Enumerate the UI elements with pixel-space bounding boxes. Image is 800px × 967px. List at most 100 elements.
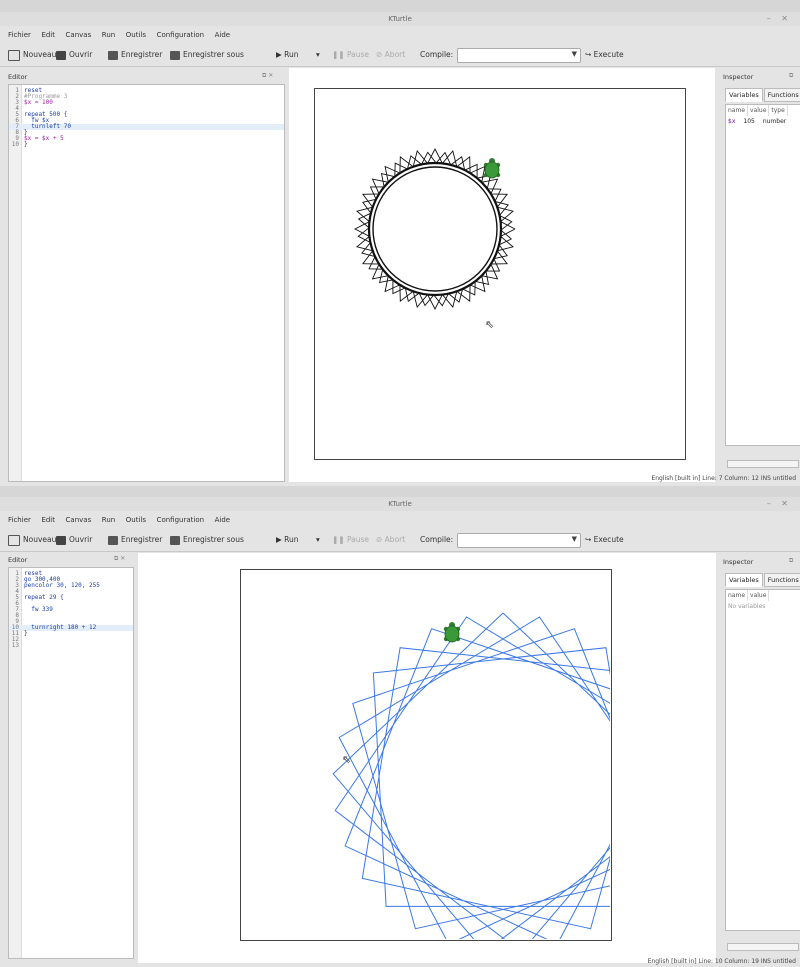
col-name[interactable]: name bbox=[726, 105, 749, 116]
var-type: number bbox=[762, 118, 787, 125]
menu-outils[interactable]: Outils bbox=[126, 513, 146, 527]
toolbar: Nouveau Ouvrir Enregistrer Enregistrer s… bbox=[0, 529, 800, 552]
editor-dock-buttons[interactable]: ⧉ ✕ bbox=[262, 72, 273, 80]
abort-button[interactable]: ⊘ Abort bbox=[376, 533, 405, 547]
mouse-cursor-icon: ⇖ bbox=[485, 318, 495, 331]
variables-table: name value type $x 105 number bbox=[725, 104, 800, 446]
line-number: 10 bbox=[11, 141, 19, 148]
new-button[interactable]: Nouveau bbox=[8, 48, 56, 62]
tab-variables[interactable]: Variables bbox=[725, 88, 763, 102]
col-value[interactable]: value bbox=[748, 105, 770, 116]
menu-edit[interactable]: Edit bbox=[41, 513, 55, 527]
compile-combobox[interactable]: ▼ bbox=[457, 48, 581, 63]
save-as-icon bbox=[170, 50, 180, 60]
menu-aide[interactable]: Aide bbox=[215, 513, 230, 527]
col-value[interactable]: value bbox=[748, 590, 770, 601]
folder-icon bbox=[56, 50, 66, 60]
menu-bar: Fichier Edit Canvas Run Outils Configura… bbox=[0, 28, 800, 42]
inspector-dock-buttons[interactable]: ⧉ bbox=[789, 72, 793, 80]
inspector-panel: Inspector ⧉ Variables Functions name value… bbox=[721, 553, 800, 963]
execute-button[interactable]: ↪ Execute bbox=[585, 533, 624, 547]
save-as-button[interactable]: Enregistrer sous bbox=[170, 533, 244, 547]
menu-fichier[interactable]: Fichier bbox=[8, 513, 31, 527]
menu-outils[interactable]: Outils bbox=[126, 28, 146, 42]
inspector-dock-title: Inspector bbox=[723, 73, 754, 81]
menu-run[interactable]: Run bbox=[102, 513, 115, 527]
new-label: Nouveau bbox=[23, 535, 57, 544]
run-menu-button[interactable]: ▾ bbox=[316, 533, 320, 547]
save-label: Enregistrer bbox=[121, 535, 163, 544]
open-label: Ouvrir bbox=[69, 535, 93, 544]
tab-functions[interactable]: Functions bbox=[763, 573, 800, 587]
menu-aide[interactable]: Aide bbox=[215, 28, 230, 42]
col-type[interactable]: type bbox=[769, 105, 788, 116]
run-label: Run bbox=[284, 50, 299, 59]
open-button[interactable]: Ouvrir bbox=[56, 533, 92, 547]
var-name: $x bbox=[728, 118, 736, 125]
line-number: 13 bbox=[11, 642, 19, 649]
pause-button[interactable]: ❚❚ Pause bbox=[332, 48, 369, 62]
save-icon bbox=[108, 535, 118, 545]
code-line[interactable]: 13 bbox=[9, 643, 133, 649]
open-label: Ouvrir bbox=[69, 50, 93, 59]
save-button[interactable]: Enregistrer bbox=[108, 533, 162, 547]
table-row[interactable]: $x 105 number bbox=[726, 116, 800, 127]
execute-label: Execute bbox=[593, 535, 624, 544]
tab-variables[interactable]: Variables bbox=[725, 573, 763, 587]
editor-dock-buttons[interactable]: ⧉ ✕ bbox=[114, 555, 125, 563]
execute-button[interactable]: ↪ Execute bbox=[585, 48, 624, 62]
variables-table-header: name value type bbox=[726, 105, 800, 116]
new-icon bbox=[8, 49, 20, 61]
status-bar: English [built in] Line: 10 Column: 19 I… bbox=[647, 958, 796, 965]
tab-functions[interactable]: Functions bbox=[763, 88, 800, 102]
menu-fichier[interactable]: Fichier bbox=[8, 28, 31, 42]
horizontal-scrollbar[interactable] bbox=[727, 943, 799, 951]
canvas-area: ⇖ bbox=[138, 553, 716, 963]
abort-button[interactable]: ⊘ Abort bbox=[376, 48, 405, 62]
menu-edit[interactable]: Edit bbox=[41, 28, 55, 42]
pause-label: Pause bbox=[346, 535, 370, 544]
variables-table-header: name value bbox=[726, 590, 800, 601]
new-icon bbox=[8, 534, 20, 546]
compile-combobox[interactable]: ▼ bbox=[457, 533, 581, 548]
code-editor[interactable]: 1 reset 2 go 300,400 3 pencolor 30, 120, 255 4… bbox=[8, 567, 134, 959]
run-button[interactable]: ▶ Run bbox=[276, 533, 299, 547]
turtle-canvas[interactable] bbox=[314, 88, 686, 460]
run-button[interactable]: ▶ Run bbox=[276, 48, 299, 62]
horizontal-scrollbar[interactable] bbox=[727, 460, 799, 468]
run-menu-button[interactable]: ▾ bbox=[316, 48, 320, 62]
save-as-button[interactable]: Enregistrer sous bbox=[170, 48, 244, 62]
menu-canvas[interactable]: Canvas bbox=[66, 28, 92, 42]
save-as-label: Enregistrer sous bbox=[183, 50, 244, 59]
canvas-area: ⇖ bbox=[289, 68, 715, 482]
play-icon: ▶ bbox=[276, 535, 285, 544]
menu-configuration[interactable]: Configuration bbox=[157, 28, 204, 42]
save-button[interactable]: Enregistrer bbox=[108, 48, 162, 62]
code-line[interactable]: 10} bbox=[9, 142, 284, 148]
col-name[interactable]: name bbox=[726, 590, 749, 601]
menu-run[interactable]: Run bbox=[102, 28, 115, 42]
drawing-svg bbox=[354, 148, 516, 310]
window-controls[interactable]: – ✕ bbox=[767, 12, 792, 26]
menu-bar: Fichier Edit Canvas Run Outils Configura… bbox=[0, 513, 800, 527]
kturtle-window-bottom: KTurtle – ✕ Fichier Edit Canvas Run Outi… bbox=[0, 497, 800, 967]
save-icon bbox=[108, 50, 118, 60]
menu-configuration[interactable]: Configuration bbox=[157, 513, 204, 527]
inspector-dock-buttons[interactable]: ⧉ bbox=[789, 557, 793, 565]
pause-icon: ❚❚ bbox=[332, 535, 347, 544]
pause-button[interactable]: ❚❚ Pause bbox=[332, 533, 369, 547]
new-button[interactable]: Nouveau bbox=[8, 533, 56, 547]
ring-circle bbox=[367, 161, 503, 297]
turtle-canvas[interactable] bbox=[240, 569, 612, 941]
save-as-icon bbox=[170, 535, 180, 545]
open-button[interactable]: Ouvrir bbox=[56, 48, 92, 62]
execute-icon: ↪ bbox=[585, 535, 594, 544]
inspector-tabs: Variables Functions bbox=[725, 88, 800, 102]
code-text: } bbox=[24, 141, 28, 148]
save-as-label: Enregistrer sous bbox=[183, 535, 244, 544]
menu-canvas[interactable]: Canvas bbox=[66, 513, 92, 527]
editor-dock-title: Editor bbox=[8, 73, 28, 81]
code-editor[interactable]: 1 reset 2 #Programme 3 3 $x = 100 4 5 repeat 500… bbox=[8, 84, 285, 482]
pause-label: Pause bbox=[346, 50, 370, 59]
window-controls[interactable]: – ✕ bbox=[767, 497, 792, 511]
